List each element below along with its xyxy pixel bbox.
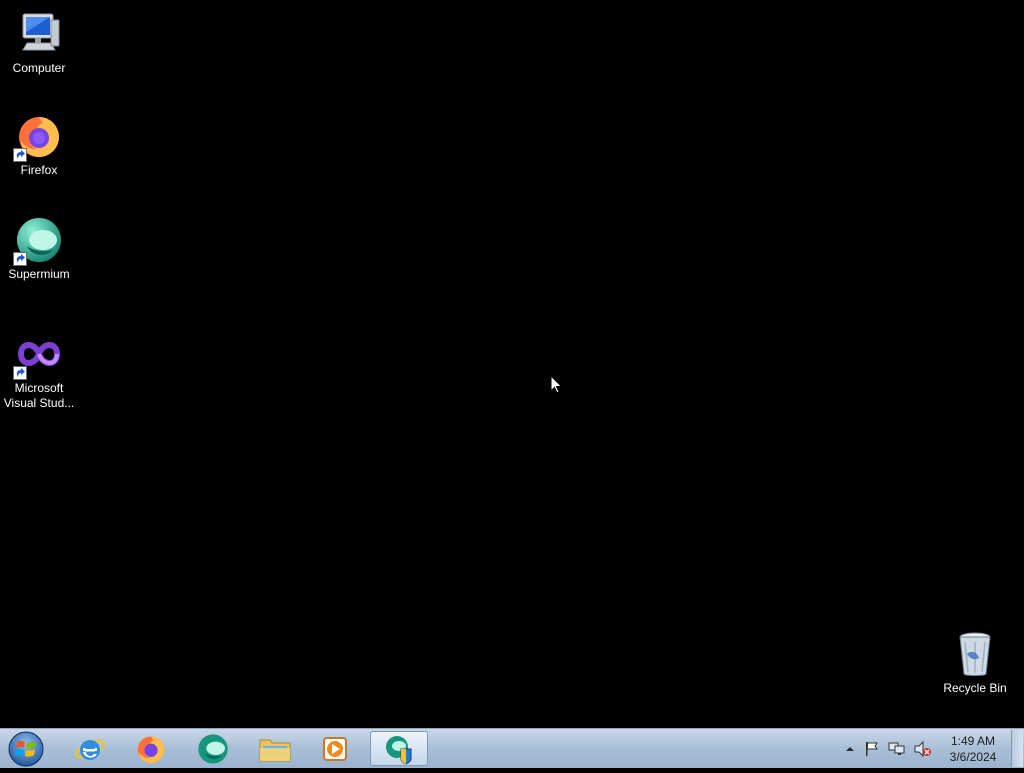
desktop-icon-label: Supermium xyxy=(8,267,70,281)
start-button[interactable] xyxy=(6,730,46,768)
desktop-icon-recycle-bin[interactable]: Recycle Bin xyxy=(936,630,1014,696)
desktop[interactable]: Computer Firefox Supermium Microsoft Vis… xyxy=(0,0,1024,728)
supermium-installer-icon xyxy=(386,735,412,765)
computer-icon xyxy=(15,10,63,58)
supermium-icon xyxy=(13,216,63,266)
mouse-cursor-icon xyxy=(550,375,563,394)
desktop-icon-supermium[interactable]: Supermium xyxy=(0,216,78,282)
windows-start-orb-icon xyxy=(8,731,44,767)
shortcut-arrow-icon xyxy=(13,252,27,266)
volume-muted-icon[interactable] xyxy=(914,741,932,757)
taskbar-media-player[interactable] xyxy=(308,731,364,766)
network-icon[interactable] xyxy=(888,741,906,757)
taskbar-internet-explorer[interactable] xyxy=(62,731,118,766)
label-line-2: Visual Stud... xyxy=(3,396,75,410)
shortcut-arrow-icon xyxy=(13,148,27,162)
system-clock[interactable]: 1:49 AM 3/6/2024 xyxy=(940,733,1006,765)
desktop-icon-label: Recycle Bin xyxy=(943,681,1007,695)
firefox-icon xyxy=(13,112,63,162)
taskbar-supermium-installer[interactable] xyxy=(370,731,428,766)
clock-time: 1:49 AM xyxy=(950,734,996,748)
desktop-icon-label: Firefox xyxy=(20,163,58,177)
folder-icon xyxy=(259,739,291,761)
taskbar-windows-explorer[interactable] xyxy=(247,731,303,766)
desktop-icon-label: Microsoft Visual Stud... xyxy=(0,381,78,411)
action-center-flag-icon[interactable] xyxy=(864,741,880,757)
taskbar-firefox[interactable] xyxy=(123,731,179,766)
clock-date: 3/6/2024 xyxy=(949,750,997,764)
label-line-1: Microsoft xyxy=(14,381,64,395)
desktop-icon-computer[interactable]: Computer xyxy=(0,10,78,76)
shortcut-arrow-icon xyxy=(13,366,27,380)
taskbar: 1:49 AM 3/6/2024 xyxy=(0,728,1024,768)
show-desktop-button[interactable] xyxy=(1011,730,1023,767)
taskbar-supermium[interactable] xyxy=(185,731,241,766)
visual-studio-icon xyxy=(13,330,63,380)
media-player-icon xyxy=(323,736,347,761)
show-hidden-icons-arrow[interactable] xyxy=(844,743,856,755)
recycle-bin-icon xyxy=(951,630,999,678)
internet-explorer-icon xyxy=(75,739,105,760)
notification-area xyxy=(844,729,932,769)
desktop-icon-firefox[interactable]: Firefox xyxy=(0,112,78,178)
desktop-icon-label: Computer xyxy=(12,61,66,75)
desktop-icon-visual-studio[interactable]: Microsoft Visual Stud... xyxy=(0,330,78,411)
firefox-icon xyxy=(137,735,165,763)
supermium-icon xyxy=(198,733,228,764)
